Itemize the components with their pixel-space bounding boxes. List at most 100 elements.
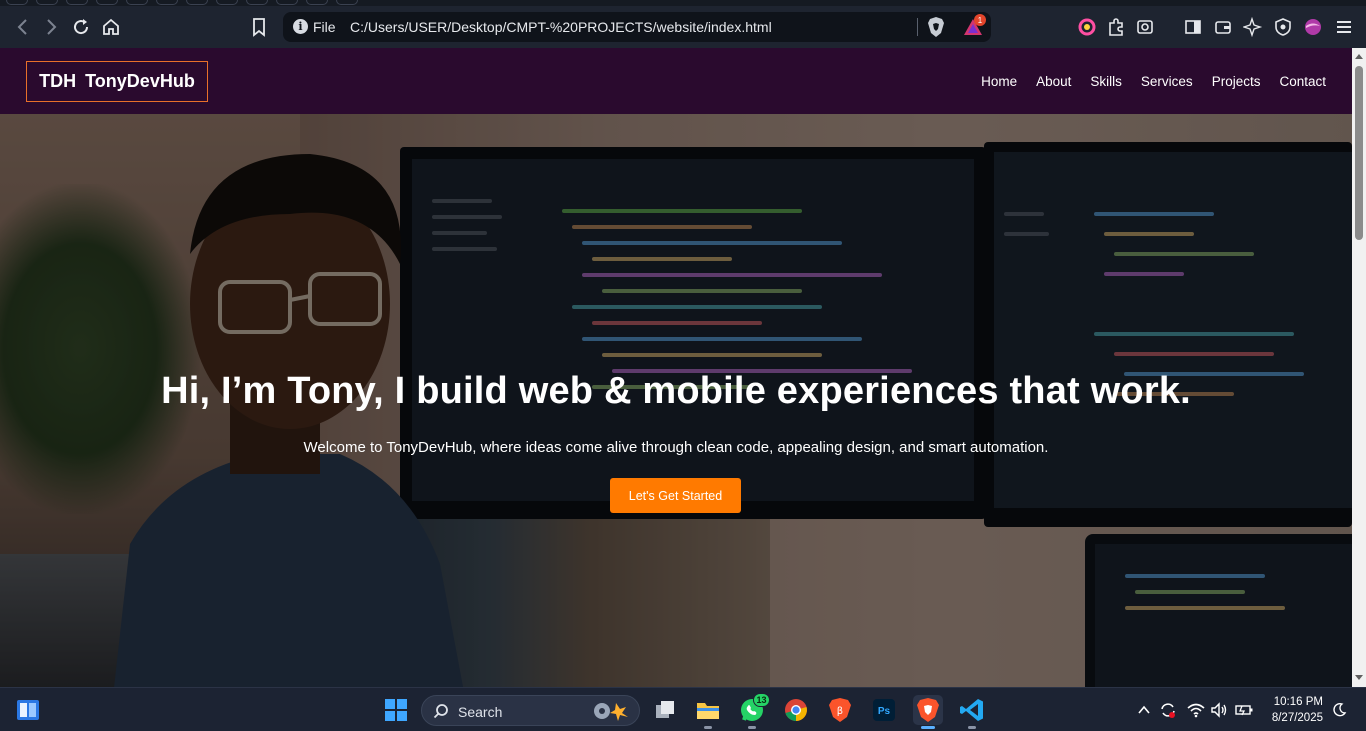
menu-icon <box>1337 21 1351 33</box>
scroll-up-icon[interactable] <box>1355 54 1363 59</box>
reload-button[interactable] <box>68 14 94 40</box>
start-icon <box>385 699 407 721</box>
tab[interactable] <box>216 0 238 5</box>
volume-icon[interactable] <box>1210 702 1228 718</box>
whatsapp-badge: 13 <box>753 693 770 707</box>
chrome-icon <box>785 699 807 721</box>
divider <box>917 18 918 36</box>
address-bar[interactable]: i File C:/Users/USER/Desktop/CMPT-%20PRO… <box>283 12 991 42</box>
forward-button[interactable] <box>38 14 64 40</box>
info-icon[interactable]: i <box>293 19 308 34</box>
running-indicator <box>704 726 712 729</box>
nav-contact[interactable]: Contact <box>1279 74 1326 89</box>
clock-date[interactable]: 8/27/2025 <box>1262 712 1323 724</box>
tab[interactable] <box>336 0 358 5</box>
clock-time[interactable]: 10:16 PM <box>1262 696 1323 708</box>
rewards-badge: 1 <box>974 14 986 26</box>
tab[interactable] <box>246 0 268 5</box>
search-label: Search <box>458 704 503 720</box>
site-navbar: TDH TonyDevHub Home About Skills Service… <box>0 48 1352 114</box>
photoshop-icon: Ps <box>873 699 895 721</box>
back-button[interactable] <box>10 14 36 40</box>
url-text[interactable]: C:/Users/USER/Desktop/CMPT-%20PROJECTS/w… <box>350 19 772 35</box>
tab[interactable] <box>156 0 178 5</box>
wallet-icon <box>1215 21 1231 34</box>
tab[interactable] <box>306 0 328 5</box>
screenshot-button[interactable] <box>1132 14 1158 40</box>
sidebar-button[interactable] <box>1180 14 1206 40</box>
nav-about[interactable]: About <box>1036 74 1071 89</box>
brave-beta-button[interactable]: β <box>825 695 855 725</box>
task-view-icon <box>656 701 674 718</box>
nav-skills[interactable]: Skills <box>1090 74 1122 89</box>
taskbar-search[interactable]: Search <box>421 695 640 726</box>
page-scrollbar[interactable] <box>1352 48 1366 687</box>
extension-color-icon <box>1078 18 1096 36</box>
do-not-disturb-moon-icon[interactable] <box>1331 702 1347 718</box>
bookmark-icon <box>253 18 265 37</box>
nav-links: Home About Skills Services Projects Cont… <box>981 48 1326 114</box>
extension-color-button[interactable] <box>1074 14 1100 40</box>
vscode-button[interactable] <box>957 695 987 729</box>
scrollbar-thumb[interactable] <box>1355 66 1363 240</box>
svg-text:Ps: Ps <box>878 706 891 717</box>
start-button[interactable] <box>381 695 411 725</box>
tab[interactable] <box>186 0 208 5</box>
screenshot-icon <box>1137 20 1153 34</box>
search-icon <box>433 704 448 719</box>
running-indicator <box>921 726 935 729</box>
site-logo[interactable]: TDH TonyDevHub <box>26 61 208 102</box>
forward-icon <box>47 19 57 35</box>
bookmark-button[interactable] <box>246 14 272 40</box>
get-started-button[interactable]: Let's Get Started <box>610 478 741 513</box>
hero-subtitle: Welcome to TonyDevHub, where ideas come … <box>303 439 1049 456</box>
chrome-button[interactable] <box>781 695 811 725</box>
url-scheme-label: File <box>313 19 336 35</box>
running-indicator <box>968 726 976 729</box>
tab[interactable] <box>126 0 148 5</box>
profile-button[interactable] <box>1300 14 1326 40</box>
profile-icon <box>1305 19 1321 35</box>
hero-section: Hi, I’m Tony, I build web & mobile exper… <box>0 114 1352 687</box>
task-view-button[interactable] <box>650 695 680 725</box>
home-button[interactable] <box>98 14 124 40</box>
tab[interactable] <box>66 0 88 5</box>
home-icon <box>103 18 119 35</box>
tab[interactable] <box>36 0 58 5</box>
tab[interactable] <box>96 0 118 5</box>
wallet-button[interactable] <box>1210 14 1236 40</box>
nav-services[interactable]: Services <box>1141 74 1193 89</box>
search-highlight-icon <box>594 703 628 721</box>
extensions-button[interactable] <box>1103 14 1129 40</box>
hero-title: Hi, I’m Tony, I build web & mobile exper… <box>161 370 1191 412</box>
reload-icon <box>74 19 89 35</box>
wifi-icon[interactable] <box>1187 702 1205 718</box>
nav-projects[interactable]: Projects <box>1212 74 1261 89</box>
vpn-button[interactable] <box>1270 14 1296 40</box>
page-viewport: TDH TonyDevHub Home About Skills Service… <box>0 48 1352 687</box>
file-explorer-icon <box>697 703 719 719</box>
vscode-icon <box>960 699 983 721</box>
tab[interactable] <box>276 0 298 5</box>
menu-button[interactable] <box>1331 14 1357 40</box>
widgets-icon <box>17 700 39 720</box>
sidebar-icon <box>1185 20 1201 34</box>
running-indicator <box>748 726 756 729</box>
scroll-down-icon[interactable] <box>1355 675 1363 680</box>
leo-ai-icon <box>1243 17 1263 37</box>
chevron-up-icon[interactable] <box>1137 704 1151 716</box>
battery-icon[interactable] <box>1235 703 1253 717</box>
sync-icon[interactable] <box>1159 701 1177 719</box>
nav-home[interactable]: Home <box>981 74 1017 89</box>
extensions-icon <box>1109 18 1123 36</box>
leo-ai-button[interactable] <box>1240 14 1266 40</box>
file-explorer-button[interactable] <box>693 695 723 729</box>
back-icon <box>17 19 27 35</box>
brave-shields-icon[interactable] <box>927 17 945 37</box>
widgets-button[interactable] <box>13 695 43 725</box>
brave-icon <box>917 698 939 722</box>
tab[interactable] <box>6 0 28 5</box>
brave-button[interactable] <box>913 695 943 729</box>
vpn-icon <box>1275 18 1291 36</box>
photoshop-button[interactable]: Ps <box>869 695 899 725</box>
